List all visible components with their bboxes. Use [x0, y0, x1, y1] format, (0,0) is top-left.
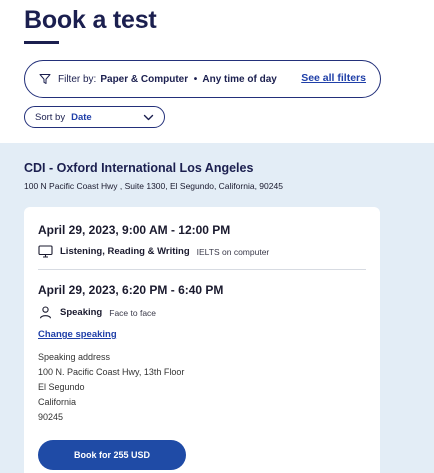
filter-bar[interactable]: Filter by: Paper & Computer • Any time o… — [24, 60, 381, 98]
change-speaking-link[interactable]: Change speaking — [38, 329, 117, 340]
written-session-row: Listening, Reading & Writing IELTS on co… — [38, 245, 269, 258]
centre-name: CDI - Oxford International Los Angeles — [24, 161, 254, 175]
book-button[interactable]: Book for 255 USD — [38, 440, 186, 470]
speaking-address-line: 100 N. Pacific Coast Hwy, 13th Floor — [38, 367, 185, 377]
computer-icon — [38, 245, 53, 258]
speaking-session-row: Speaking Face to face — [38, 306, 156, 319]
speaking-address-line: El Segundo — [38, 382, 85, 392]
speaking-address-title: Speaking address — [38, 352, 111, 362]
see-all-filters-link[interactable]: See all filters — [301, 72, 366, 84]
results-panel: CDI - Oxford International Los Angeles 1… — [0, 143, 434, 473]
speaking-session-mode: Face to face — [109, 307, 157, 318]
book-a-test-page: Book a test Filter by: Paper & Computer … — [0, 0, 434, 473]
centre-address: 100 N Pacific Coast Hwy , Suite 1300, El… — [24, 181, 283, 191]
sort-label: Sort by — [35, 111, 66, 123]
sort-value: Date — [71, 111, 92, 123]
speaking-address-line: 90245 — [38, 412, 64, 422]
session-divider — [38, 269, 366, 270]
page-title: Book a test — [24, 6, 157, 34]
person-icon — [38, 306, 53, 319]
filter-label: Filter by: — [58, 73, 97, 85]
speaking-address-line: California — [38, 397, 77, 407]
speaking-session-datetime: April 29, 2023, 6:20 PM - 6:40 PM — [38, 283, 224, 297]
test-card: April 29, 2023, 9:00 AM - 12:00 PM Liste… — [24, 207, 380, 473]
written-session-mode: IELTS on computer — [196, 246, 270, 257]
title-underline — [24, 41, 59, 44]
chevron-down-icon — [143, 112, 154, 123]
written-session-datetime: April 29, 2023, 9:00 AM - 12:00 PM — [38, 223, 231, 237]
sort-select[interactable]: Sort by Date — [24, 106, 165, 128]
filter-icon — [39, 73, 51, 85]
written-session-name: Listening, Reading & Writing — [60, 246, 190, 257]
speaking-session-name: Speaking — [60, 307, 103, 318]
filter-value: Paper & Computer • Any time of day — [100, 73, 277, 85]
